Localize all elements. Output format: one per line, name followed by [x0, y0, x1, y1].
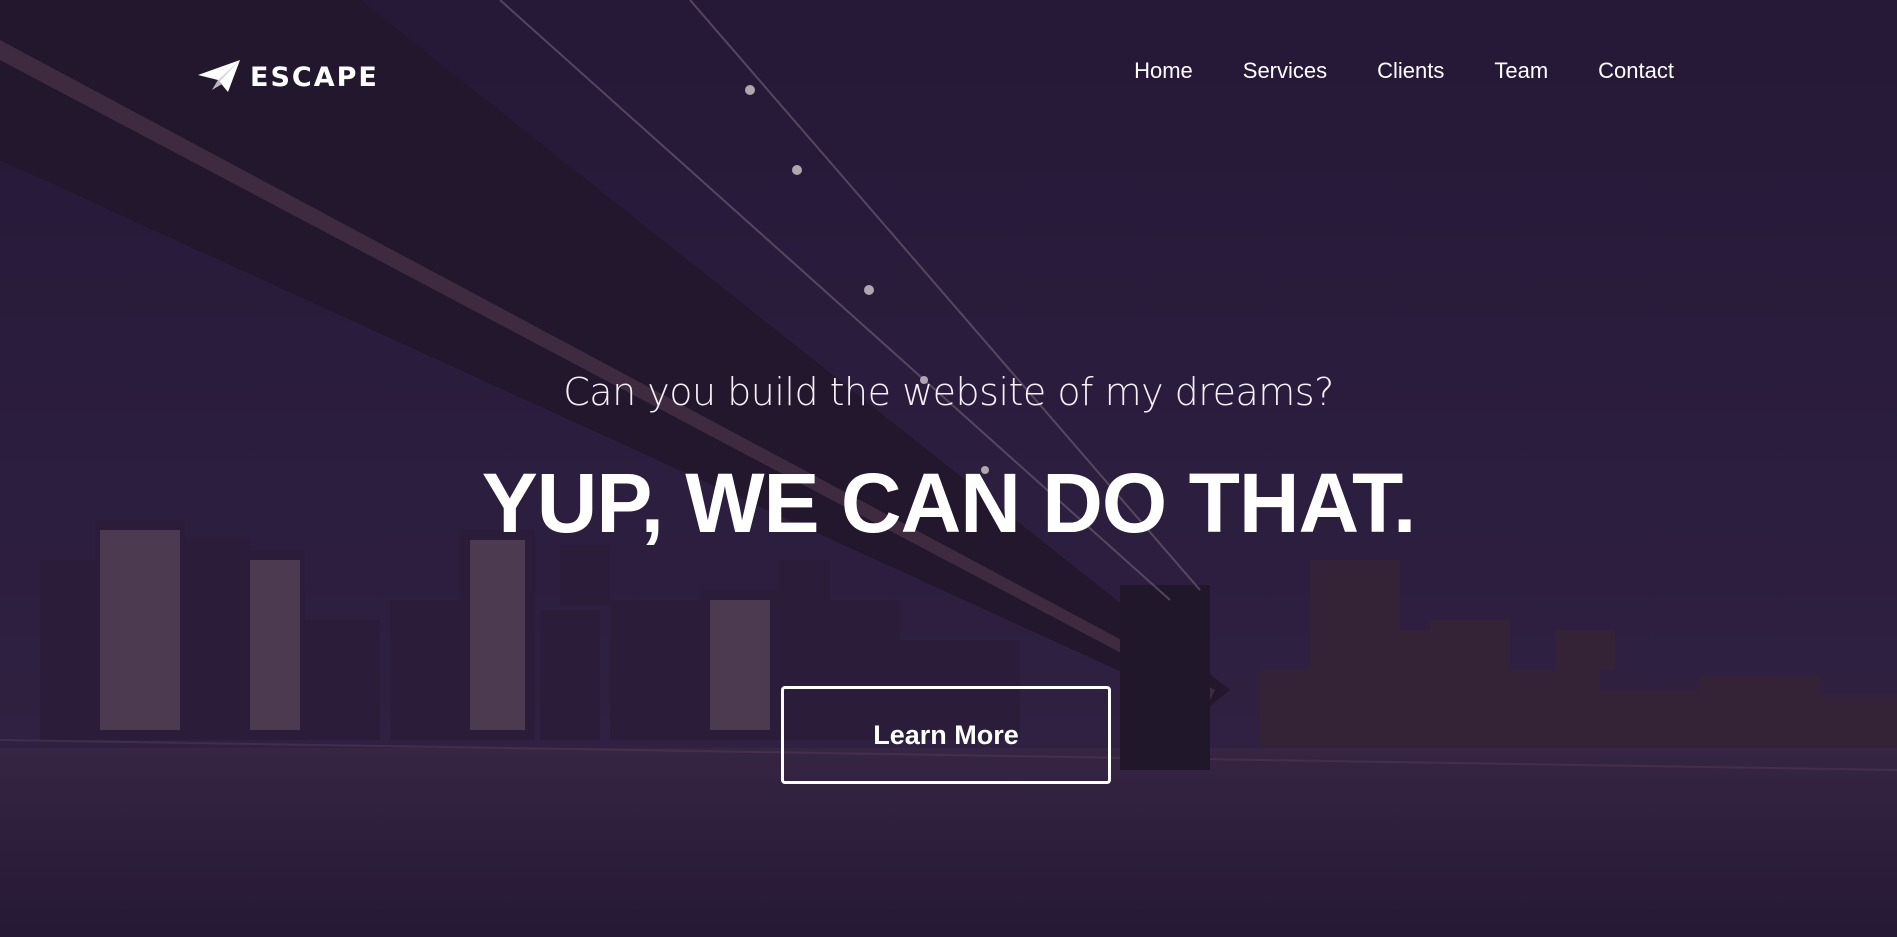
brand-logo[interactable]: ESCAPE [198, 60, 379, 94]
nav-item-clients[interactable]: Clients [1377, 56, 1444, 86]
nav-item-contact[interactable]: Contact [1598, 56, 1674, 86]
main-nav: Home Services Clients Team Contact [1134, 56, 1674, 86]
brand-name: ESCAPE [250, 61, 379, 93]
paper-plane-icon [198, 60, 242, 94]
learn-more-button[interactable]: Learn More [781, 686, 1111, 784]
nav-item-home[interactable]: Home [1134, 56, 1193, 86]
hero-subtitle: Can you build the website of my dreams? [563, 370, 1334, 414]
nav-item-team[interactable]: Team [1494, 56, 1548, 86]
nav-item-services[interactable]: Services [1243, 56, 1327, 86]
hero-headline: YUP, WE CAN DO THAT. [481, 456, 1417, 550]
hero-section: ESCAPE Home Services Clients Team Contac… [0, 0, 1897, 937]
